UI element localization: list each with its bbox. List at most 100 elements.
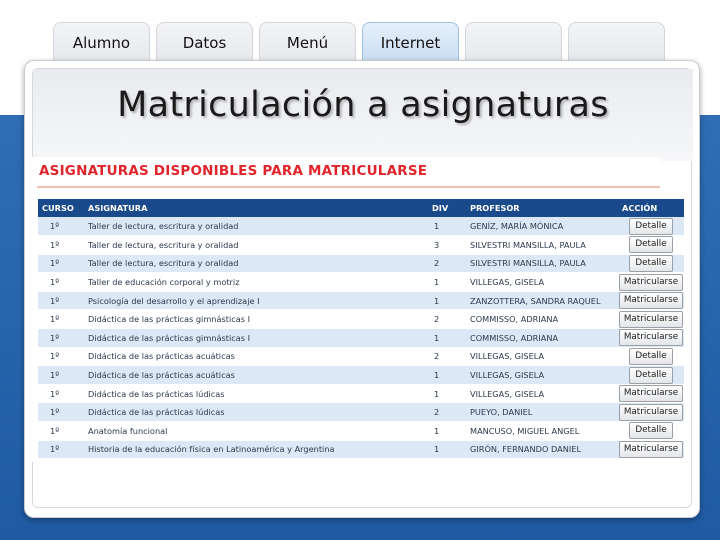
cell-accion: Matricularse <box>618 272 684 292</box>
table-row: 1º Didáctica de las prácticas lúdicas 2 PUE… <box>38 402 684 423</box>
detalle-button[interactable]: Detalle <box>629 347 673 365</box>
header-profesor: PROFESOR <box>466 199 618 217</box>
cell-accion: Detalle <box>618 421 684 441</box>
cell-asignatura: Didáctica de las prácticas lúdicas <box>84 384 428 404</box>
cell-div: 2 <box>428 402 466 423</box>
cell-accion: Detalle <box>618 235 684 255</box>
header-asignatura: ASIGNATURA <box>84 199 428 217</box>
detalle-button[interactable]: Detalle <box>629 254 673 272</box>
tab-bar: Alumno Datos Menú Internet <box>53 22 665 62</box>
cell-asignatura: Anatomía funcional <box>84 421 428 441</box>
cell-accion: Matricularse <box>618 402 684 423</box>
cell-accion: Detalle <box>618 365 684 385</box>
cell-curso: 1º <box>38 254 84 274</box>
table-row: 1º Anatomía funcional 1 MANCUSO, MIGUEL ANG… <box>38 421 684 441</box>
cell-profesor: VILLEGAS, GISELA <box>466 384 618 404</box>
table-row: 1º Historia de la educación física en Lat… <box>38 440 684 460</box>
cell-div: 3 <box>428 235 466 255</box>
table-row: 1º Taller de lectura, escritura y oralida… <box>38 217 684 237</box>
matricularse-button[interactable]: Matricularse <box>619 292 683 309</box>
cell-accion: Matricularse <box>618 440 684 460</box>
matricularse-button[interactable]: Matricularse <box>619 329 683 347</box>
cell-curso: 1º <box>38 291 84 311</box>
tab-menu[interactable]: Menú <box>259 22 356 62</box>
section-divider <box>37 186 660 188</box>
detalle-button[interactable]: Detalle <box>629 422 673 440</box>
cell-curso: 1º <box>38 384 84 404</box>
cell-profesor: GIRÓN, FERNANDO DANIEL <box>466 440 618 460</box>
cell-curso: 1º <box>38 365 84 385</box>
cell-div: 1 <box>428 421 466 441</box>
cell-asignatura: Taller de lectura, escritura y oralidad <box>84 235 428 255</box>
cell-profesor: SILVESTRI MANSILLA, PAULA <box>466 254 618 274</box>
section-title: ASIGNATURAS DISPONIBLES PARA MATRICULARS… <box>39 163 428 179</box>
cell-profesor: SILVESTRI MANSILLA, PAULA <box>466 235 618 255</box>
cell-asignatura: Didáctica de las prácticas acuáticas <box>84 347 428 367</box>
header-accion: ACCIÓN <box>618 199 684 217</box>
cell-profesor: COMMISSO, ADRIANA <box>466 309 618 330</box>
cell-div: 2 <box>428 347 466 367</box>
table-row: 1º Didáctica de las prácticas gimnásticas… <box>38 328 684 348</box>
matricularse-button[interactable]: Matricularse <box>619 385 683 402</box>
detalle-button[interactable]: Detalle <box>629 217 673 235</box>
cell-profesor: PUEYO, DANIEL <box>466 402 618 423</box>
table-row: 1º Didáctica de las prácticas lúdicas 1 VIL… <box>38 384 684 404</box>
detalle-button[interactable]: Detalle <box>629 366 673 384</box>
cell-curso: 1º <box>38 402 84 423</box>
cell-profesor: GENÍZ, MARÍA MÓNICA <box>466 217 618 237</box>
cell-asignatura: Taller de lectura, escritura y oralidad <box>84 254 428 274</box>
cell-asignatura: Didáctica de las prácticas acuáticas <box>84 365 428 385</box>
tab-empty-1[interactable] <box>465 22 562 62</box>
subjects-table: CURSO ASIGNATURA DIV PROFESOR ACCIÓN 1º T… <box>38 199 684 460</box>
cell-accion: Detalle <box>618 217 684 237</box>
matricularse-button[interactable]: Matricularse <box>619 403 683 421</box>
detalle-button[interactable]: Detalle <box>629 236 673 254</box>
table-row: 1º Psicología del desarrollo y el aprendi… <box>38 291 684 311</box>
cell-accion: Matricularse <box>618 328 684 348</box>
matricularse-button[interactable]: Matricularse <box>619 310 683 328</box>
cell-curso: 1º <box>38 328 84 348</box>
cell-accion: Matricularse <box>618 291 684 311</box>
cell-profesor: ZANZOTTERA, SANDRA RAQUEL <box>466 291 618 311</box>
cell-asignatura: Historia de la educación física en Latin… <box>84 440 428 460</box>
cell-div: 2 <box>428 309 466 330</box>
cell-div: 1 <box>428 272 466 292</box>
cell-div: 1 <box>428 328 466 348</box>
matricularse-button[interactable]: Matricularse <box>619 440 683 458</box>
tab-internet[interactable]: Internet <box>362 22 459 62</box>
cell-div: 1 <box>428 291 466 311</box>
cell-asignatura: Taller de lectura, escritura y oralidad <box>84 217 428 237</box>
cell-profesor: VILLEGAS, GISELA <box>466 365 618 385</box>
table-row: 1º Taller de lectura, escritura y oralida… <box>38 235 684 255</box>
cell-curso: 1º <box>38 421 84 441</box>
cell-div: 1 <box>428 384 466 404</box>
tab-alumno[interactable]: Alumno <box>53 22 150 62</box>
header-div: DIV <box>428 199 466 217</box>
cell-curso: 1º <box>38 272 84 292</box>
cell-accion: Detalle <box>618 347 684 367</box>
cell-profesor: VILLEGAS, GISELA <box>466 272 618 292</box>
page-title: Matriculación a asignaturas <box>117 85 609 125</box>
cell-accion: Detalle <box>618 254 684 274</box>
table-header-row: CURSO ASIGNATURA DIV PROFESOR ACCIÓN <box>38 199 684 217</box>
table-row: 1º Didáctica de las prácticas acuáticas 2 V… <box>38 347 684 367</box>
cell-asignatura: Didáctica de las prácticas gimnásticas I <box>84 309 428 330</box>
header-curso: CURSO <box>38 199 84 217</box>
cell-asignatura: Psicología del desarrollo y el aprendiza… <box>84 291 428 311</box>
cell-div: 2 <box>428 254 466 274</box>
tab-datos[interactable]: Datos <box>156 22 253 62</box>
cell-profesor: MANCUSO, MIGUEL ANGEL <box>466 421 618 441</box>
tab-empty-2[interactable] <box>568 22 665 62</box>
cell-asignatura: Didáctica de las prácticas gimnásticas I <box>84 328 428 348</box>
cell-profesor: VILLEGAS, GISELA <box>466 347 618 367</box>
cell-div: 1 <box>428 217 466 237</box>
matricularse-button[interactable]: Matricularse <box>619 273 683 291</box>
cell-asignatura: Taller de educación corporal y motriz <box>84 272 428 292</box>
cell-asignatura: Didáctica de las prácticas lúdicas <box>84 402 428 423</box>
cell-curso: 1º <box>38 235 84 255</box>
table-row: 1º Taller de educación corporal y motriz 1… <box>38 272 684 292</box>
cell-curso: 1º <box>38 440 84 460</box>
cell-div: 1 <box>428 440 466 460</box>
cell-curso: 1º <box>38 217 84 237</box>
table-row: 1º Didáctica de las prácticas gimnásticas… <box>38 309 684 330</box>
